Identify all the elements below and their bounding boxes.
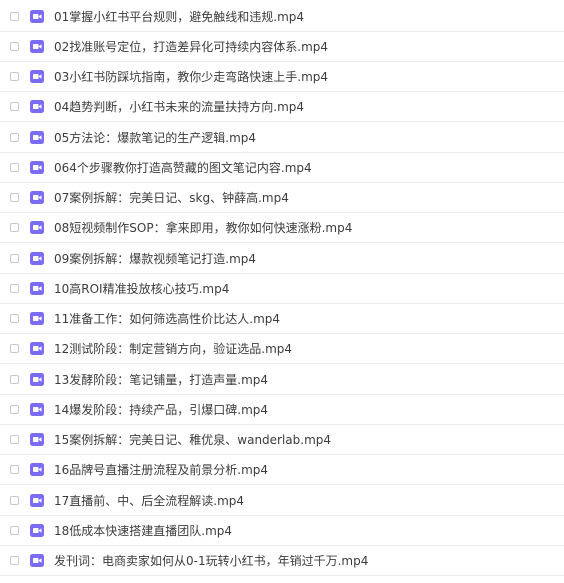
select-checkbox[interactable] [10,193,19,202]
video-file-icon [30,100,44,113]
file-name[interactable]: 15案例拆解：完美日记、稚优泉、wanderlab.mp4 [54,425,331,455]
file-row[interactable]: 发刊词：电商卖家如何从0-1玩转小红书，年销过千万.mp4 [0,546,564,576]
file-name[interactable]: 11准备工作：如何筛选高性价比达人.mp4 [54,304,280,334]
select-checkbox[interactable] [10,42,19,51]
video-file-icon [30,282,44,295]
file-row[interactable]: 14爆发阶段：持续产品，引爆口碑.mp4 [0,395,564,425]
select-checkbox[interactable] [10,12,19,21]
video-file-icon [30,40,44,53]
file-name[interactable]: 04趋势判断，小红书未来的流量扶持方向.mp4 [54,92,304,122]
file-name[interactable]: 10高ROI精准投放核心技巧.mp4 [54,274,229,304]
video-file-icon [30,463,44,476]
select-checkbox[interactable] [10,526,19,535]
select-checkbox[interactable] [10,254,19,263]
video-file-icon [30,252,44,265]
file-row[interactable]: 04趋势判断，小红书未来的流量扶持方向.mp4 [0,92,564,122]
file-name[interactable]: 08短视频制作SOP：拿来即用，教你如何快速涨粉.mp4 [54,213,352,243]
video-file-icon [30,373,44,386]
video-file-icon [30,433,44,446]
file-row[interactable]: 17直播前、中、后全流程解读.mp4 [0,486,564,516]
file-name[interactable]: 09案例拆解：爆款视频笔记打造.mp4 [54,244,256,274]
select-checkbox[interactable] [10,223,19,232]
file-row[interactable]: 01掌握小红书平台规则，避免触线和违规.mp4 [0,2,564,32]
file-row[interactable]: 12测试阶段：制定营销方向，验证选品.mp4 [0,334,564,364]
file-row[interactable]: 02找准账号定位，打造差异化可持续内容体系.mp4 [0,32,564,62]
file-name[interactable]: 01掌握小红书平台规则，避免触线和违规.mp4 [54,2,304,32]
video-file-icon [30,403,44,416]
file-list: 01掌握小红书平台规则，避免触线和违规.mp4 02找准账号定位，打造差异化可持… [0,0,564,583]
file-row[interactable]: 05方法论：爆款笔记的生产逻辑.mp4 [0,123,564,153]
video-file-icon [30,221,44,234]
select-checkbox[interactable] [10,163,19,172]
file-name[interactable]: 07案例拆解：完美日记、skg、钟薛高.mp4 [54,183,289,213]
video-file-icon [30,191,44,204]
file-name[interactable]: 13发酵阶段：笔记铺量，打造声量.mp4 [54,365,268,395]
select-checkbox[interactable] [10,72,19,81]
select-checkbox[interactable] [10,314,19,323]
file-row[interactable]: 08短视频制作SOP：拿来即用，教你如何快速涨粉.mp4 [0,213,564,243]
file-row[interactable]: 03小红书防踩坑指南，教你少走弯路快速上手.mp4 [0,62,564,92]
video-file-icon [30,312,44,325]
file-name[interactable]: 发刊词：电商卖家如何从0-1玩转小红书，年销过千万.mp4 [54,546,368,576]
video-file-icon [30,131,44,144]
file-row[interactable]: 18低成本快速搭建直播团队.mp4 [0,516,564,546]
video-file-icon [30,342,44,355]
select-checkbox[interactable] [10,496,19,505]
file-name[interactable]: 03小红书防踩坑指南，教你少走弯路快速上手.mp4 [54,62,328,92]
file-name[interactable]: 17直播前、中、后全流程解读.mp4 [54,486,244,516]
file-row[interactable]: 07案例拆解：完美日记、skg、钟薛高.mp4 [0,183,564,213]
file-name[interactable]: 12测试阶段：制定营销方向，验证选品.mp4 [54,334,292,364]
file-row[interactable]: 11准备工作：如何筛选高性价比达人.mp4 [0,304,564,334]
select-checkbox[interactable] [10,405,19,414]
video-file-icon [30,70,44,83]
video-file-icon [30,161,44,174]
select-checkbox[interactable] [10,375,19,384]
file-name[interactable]: 02找准账号定位，打造差异化可持续内容体系.mp4 [54,32,328,62]
select-checkbox[interactable] [10,284,19,293]
file-row[interactable]: 15案例拆解：完美日记、稚优泉、wanderlab.mp4 [0,425,564,455]
file-row[interactable]: 10高ROI精准投放核心技巧.mp4 [0,274,564,304]
video-file-icon [30,494,44,507]
file-row[interactable]: 064个步骤教你打造高赞藏的图文笔记内容.mp4 [0,153,564,183]
file-row[interactable]: 16品牌号直播注册流程及前景分析.mp4 [0,455,564,485]
select-checkbox[interactable] [10,556,19,565]
select-checkbox[interactable] [10,435,19,444]
video-file-icon [30,524,44,537]
file-row[interactable]: 13发酵阶段：笔记铺量，打造声量.mp4 [0,365,564,395]
file-name[interactable]: 18低成本快速搭建直播团队.mp4 [54,516,232,546]
select-checkbox[interactable] [10,102,19,111]
select-checkbox[interactable] [10,133,19,142]
select-checkbox[interactable] [10,344,19,353]
video-file-icon [30,10,44,23]
video-file-icon [30,554,44,567]
file-name[interactable]: 16品牌号直播注册流程及前景分析.mp4 [54,455,268,485]
file-row[interactable]: 09案例拆解：爆款视频笔记打造.mp4 [0,244,564,274]
select-checkbox[interactable] [10,465,19,474]
file-name[interactable]: 064个步骤教你打造高赞藏的图文笔记内容.mp4 [54,153,312,183]
file-name[interactable]: 05方法论：爆款笔记的生产逻辑.mp4 [54,123,256,153]
file-name[interactable]: 14爆发阶段：持续产品，引爆口碑.mp4 [54,395,268,425]
